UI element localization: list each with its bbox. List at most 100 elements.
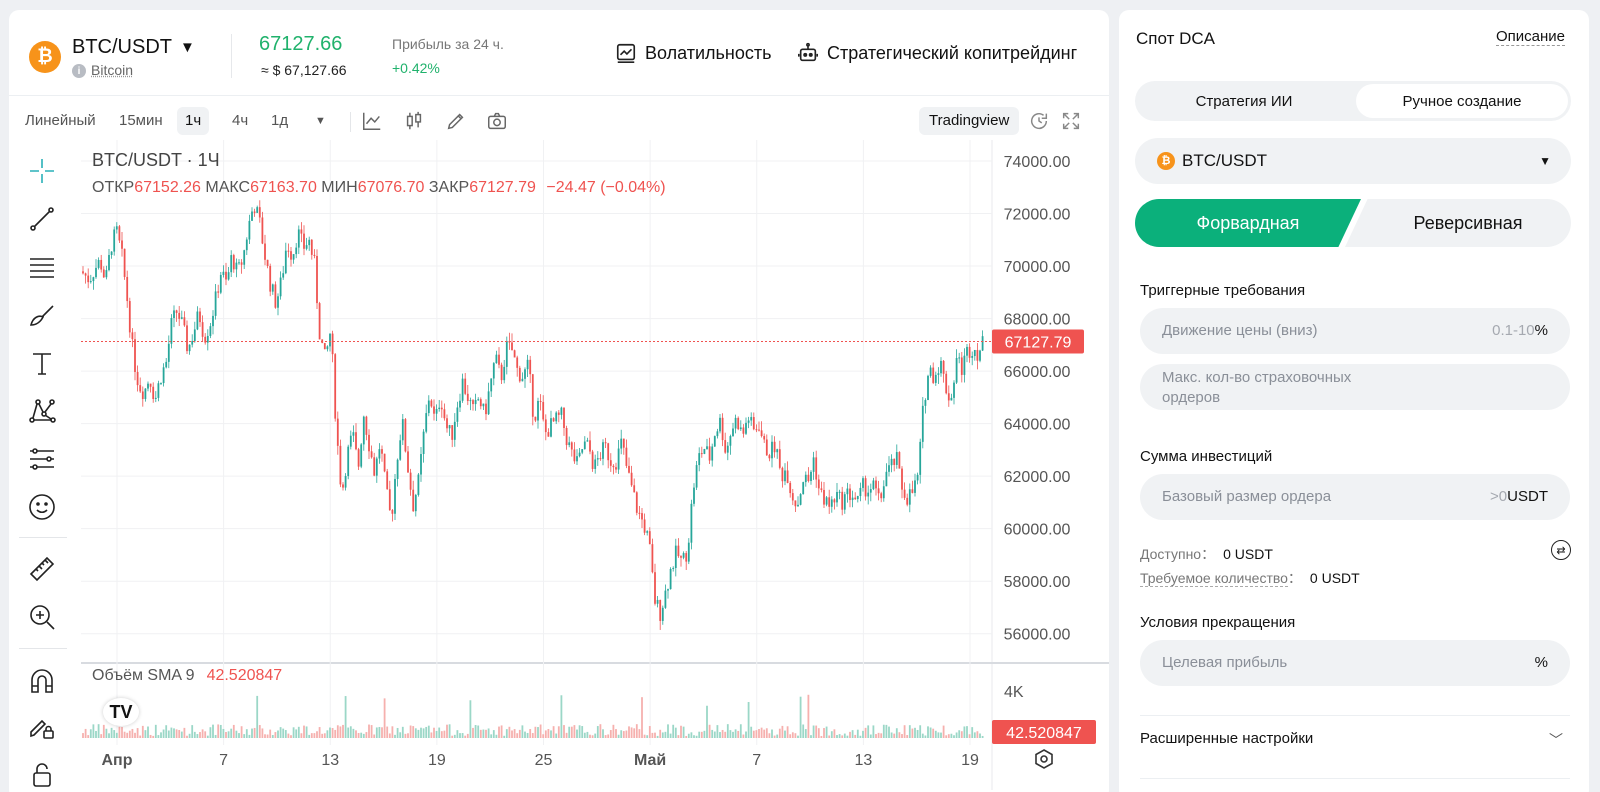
candle-body bbox=[791, 493, 794, 501]
candle-body bbox=[264, 243, 266, 260]
candle-body bbox=[726, 445, 729, 453]
candles-icon[interactable] bbox=[403, 110, 425, 132]
candle-body bbox=[643, 519, 646, 533]
candle-body bbox=[495, 354, 498, 364]
volume-bar bbox=[919, 725, 922, 738]
volume-bar bbox=[589, 734, 591, 738]
volume-bar bbox=[334, 729, 337, 738]
tab-manual-create[interactable]: Ручное создание bbox=[1356, 84, 1568, 118]
candle-body bbox=[752, 417, 755, 430]
candle-body bbox=[583, 441, 586, 450]
volume-bar bbox=[565, 732, 568, 738]
base-order-size-input[interactable]: Базовый размер ордера >0USDT bbox=[1140, 474, 1570, 520]
fullscreen-icon[interactable] bbox=[1060, 110, 1082, 132]
volume-bar bbox=[555, 733, 558, 738]
candle-body bbox=[955, 357, 958, 383]
volatility-button[interactable]: Волатильность bbox=[615, 42, 772, 64]
candle-body bbox=[472, 400, 474, 405]
candle-body bbox=[565, 428, 568, 446]
forward-button[interactable]: Форвардная bbox=[1135, 199, 1361, 247]
pencil-icon[interactable] bbox=[445, 110, 467, 132]
copytrading-button[interactable]: Стратегический копитрейдинг bbox=[797, 42, 1077, 64]
interval-4h[interactable]: 4ч bbox=[224, 107, 256, 135]
volume-bar bbox=[615, 729, 617, 738]
pnl-value: +0.42% bbox=[392, 60, 440, 76]
volume-bar bbox=[261, 728, 264, 738]
pair-selector[interactable]: BTC/USDT bbox=[72, 36, 172, 59]
chevron-down-icon[interactable]: ﹀ bbox=[1549, 730, 1563, 750]
candle-body bbox=[685, 553, 688, 562]
interval-1h[interactable]: 1ч bbox=[177, 107, 210, 135]
candle-body bbox=[323, 343, 326, 350]
volume-bar bbox=[82, 733, 84, 738]
tab-ai-strategy[interactable]: Стратегия ИИ bbox=[1138, 84, 1350, 118]
interval-more-caret-icon[interactable]: ▼ bbox=[307, 107, 334, 135]
coin-name-link[interactable]: Bitcoin bbox=[91, 62, 133, 78]
ohlc-legend: ОТКР67152.26 МАКС67163.70 МИН67076.70 ЗА… bbox=[92, 179, 666, 197]
candle-body bbox=[771, 441, 773, 459]
volume-bar bbox=[180, 731, 183, 738]
max-safety-orders-input[interactable]: Макс. кол-во страховочных ордеров bbox=[1140, 364, 1570, 410]
candle-body bbox=[290, 251, 292, 260]
take-profit-input[interactable]: Целевая прибыль % bbox=[1140, 640, 1570, 686]
candle-body bbox=[121, 240, 123, 249]
chart-panel: ₿ BTC/USDT ▼ i Bitcoin 67127.66 ≈ $ 67,1… bbox=[9, 10, 1109, 792]
candle-body bbox=[589, 440, 591, 452]
candle-body bbox=[869, 489, 872, 493]
close-label: ЗАКР bbox=[428, 179, 470, 196]
volume-bar bbox=[110, 727, 113, 738]
camera-icon[interactable] bbox=[486, 110, 508, 132]
advanced-settings-toggle[interactable]: Расширенные настройки bbox=[1140, 730, 1313, 747]
volume-bar bbox=[404, 733, 407, 738]
volume-bar bbox=[386, 726, 389, 738]
volume-bar bbox=[232, 724, 235, 738]
volume-bar bbox=[729, 730, 732, 738]
robot-icon bbox=[798, 42, 818, 62]
reverse-button[interactable]: Реверсивная bbox=[1345, 199, 1571, 247]
volume-bar bbox=[604, 735, 607, 738]
candle-body bbox=[391, 510, 394, 514]
candle-body bbox=[604, 442, 607, 444]
candle-body bbox=[651, 544, 654, 573]
interval-15m[interactable]: 15мин bbox=[111, 107, 171, 135]
transfer-icon[interactable]: ⇄ bbox=[1551, 540, 1571, 560]
reload-icon[interactable] bbox=[1028, 110, 1050, 132]
interval-line[interactable]: Линейный bbox=[17, 107, 104, 135]
price-chart[interactable]: 74000.00 72000.00 70000.00 68000.00 66000.00… bbox=[9, 140, 1109, 790]
candle-body bbox=[193, 329, 196, 342]
caret-down-icon[interactable]: ▼ bbox=[180, 39, 195, 56]
volume-bar bbox=[789, 734, 792, 738]
volume-bar bbox=[784, 730, 786, 738]
volume-bar bbox=[126, 732, 129, 738]
candle-body bbox=[446, 418, 448, 429]
price-move-input[interactable]: Движение цены (вниз) 0.1-10% bbox=[1140, 308, 1570, 354]
candle-body bbox=[188, 344, 191, 352]
candle-body bbox=[225, 271, 227, 280]
volume-bar bbox=[479, 729, 482, 738]
candle-body bbox=[232, 255, 235, 270]
volume-bar bbox=[459, 733, 461, 738]
x-tick-label: Май bbox=[634, 752, 666, 769]
description-link[interactable]: Описание bbox=[1495, 28, 1565, 46]
volume-bar bbox=[573, 725, 576, 738]
candle-body bbox=[375, 458, 378, 476]
volume-bar bbox=[960, 731, 963, 738]
candle-body bbox=[591, 451, 594, 469]
candle-body bbox=[794, 500, 797, 507]
pnl-label: Прибыль за 24 ч. bbox=[392, 36, 504, 52]
candle-body bbox=[165, 361, 168, 368]
volume-bar bbox=[641, 697, 643, 738]
volume-bar bbox=[287, 733, 290, 738]
volume-bar bbox=[971, 727, 974, 738]
settings-icon[interactable] bbox=[1035, 749, 1053, 769]
tradingview-button[interactable]: Tradingview bbox=[919, 107, 1020, 135]
volume-bar bbox=[466, 733, 469, 738]
candle-body bbox=[578, 452, 581, 457]
volume-bar bbox=[178, 729, 181, 738]
pair-select[interactable]: ₿ BTC/USDT ▼ bbox=[1135, 138, 1571, 184]
candle-body bbox=[477, 399, 480, 401]
indicators-icon[interactable] bbox=[361, 110, 383, 132]
volume-bar bbox=[183, 727, 186, 738]
interval-1d[interactable]: 1д bbox=[263, 107, 296, 135]
volume-bar bbox=[240, 726, 243, 738]
